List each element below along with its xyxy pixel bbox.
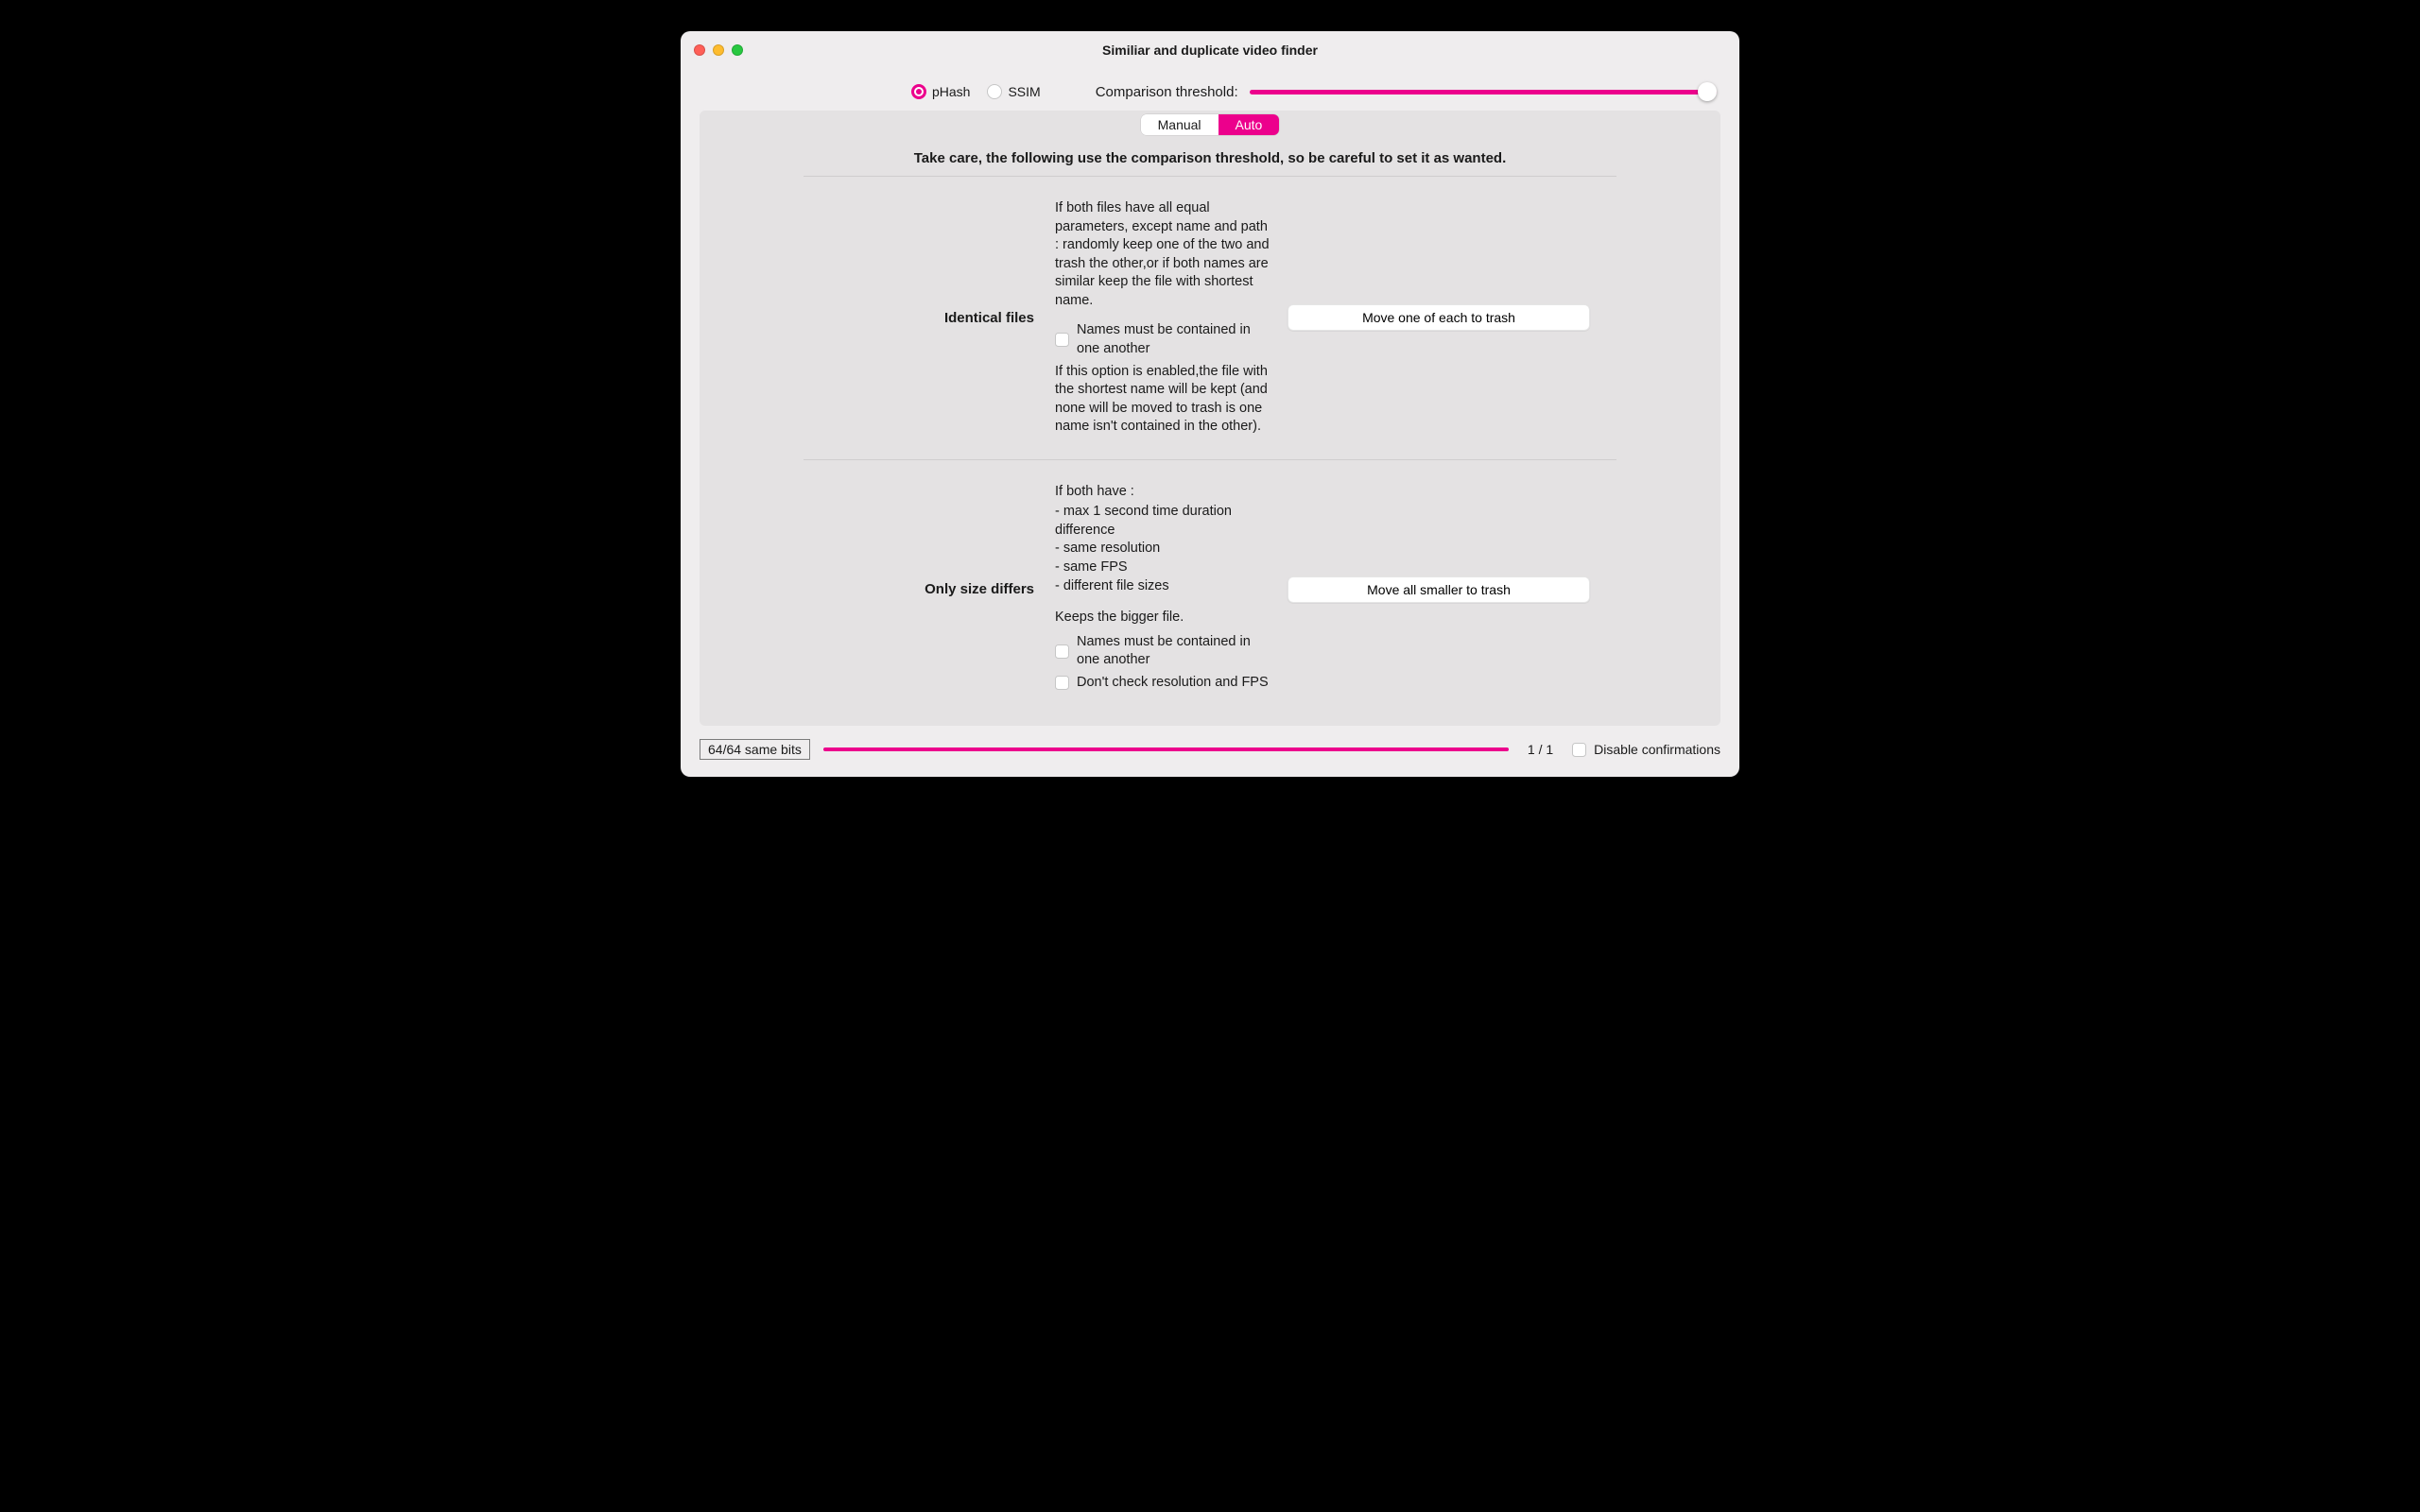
checkbox-names-contained[interactable]: Names must be contained in one another: [1055, 321, 1270, 358]
threshold-control: Comparison threshold:: [1096, 82, 1717, 101]
checkbox-label: Names must be contained in one another: [1077, 321, 1270, 358]
tab-auto[interactable]: Auto: [1219, 114, 1280, 135]
footer: 64/64 same bits 1 / 1 Disable confirmati…: [681, 726, 1739, 777]
section-label: Identical files: [830, 310, 1038, 326]
slider-thumb-icon[interactable]: [1698, 82, 1717, 101]
progress-slider[interactable]: [823, 740, 1509, 759]
checkbox-label: Names must be contained in one another: [1077, 633, 1270, 670]
size-keeps: Keeps the bigger file.: [1055, 609, 1270, 627]
tab-manual[interactable]: Manual: [1141, 114, 1219, 135]
checkbox-dont-check-res-fps[interactable]: Don't check resolution and FPS: [1055, 674, 1270, 693]
checkbox-icon: [1055, 676, 1069, 690]
section-only-size-differs: Only size differs If both have : - max 1…: [804, 459, 1616, 719]
radio-phash-label: pHash: [932, 84, 970, 99]
checkbox-icon: [1572, 743, 1586, 757]
toolbar: pHash SSIM Comparison threshold:: [681, 69, 1739, 101]
same-bits-readout: 64/64 same bits: [700, 739, 810, 760]
page-counter: 1 / 1: [1522, 742, 1559, 757]
titlebar: Similiar and duplicate video finder: [681, 31, 1739, 69]
hash-method-group: pHash SSIM: [911, 84, 1041, 99]
radio-phash[interactable]: pHash: [911, 84, 970, 99]
slider-track: [1250, 90, 1717, 94]
size-bullet: - different file sizes: [1055, 577, 1270, 596]
checkbox-label: Don't check resolution and FPS: [1077, 674, 1269, 693]
checkbox-label: Disable confirmations: [1594, 742, 1720, 757]
close-icon[interactable]: [694, 44, 705, 56]
section-identical-files: Identical files If both files have all e…: [804, 176, 1616, 459]
window-controls: [694, 44, 743, 56]
checkbox-disable-confirmations[interactable]: Disable confirmations: [1572, 742, 1720, 757]
threshold-label: Comparison threshold:: [1096, 84, 1238, 100]
radio-ssim-label: SSIM: [1008, 84, 1040, 99]
checkbox-names-contained-size[interactable]: Names must be contained in one another: [1055, 633, 1270, 670]
size-intro: If both have :: [1055, 483, 1270, 502]
move-smaller-to-trash-button[interactable]: Move all smaller to trash: [1288, 576, 1590, 603]
size-bullet: - same FPS: [1055, 558, 1270, 577]
zoom-icon[interactable]: [732, 44, 743, 56]
threshold-warning: Take care, the following use the compari…: [700, 135, 1720, 176]
main-panel: Manual Auto Take care, the following use…: [700, 111, 1720, 726]
section-description: If both have : - max 1 second time durat…: [1055, 483, 1270, 696]
identical-desc-1: If both files have all equal parameters,…: [1055, 199, 1270, 310]
size-bullet: - max 1 second time duration difference: [1055, 503, 1270, 540]
identical-desc-2: If this option is enabled,the file with …: [1055, 363, 1270, 437]
threshold-slider[interactable]: [1250, 82, 1717, 101]
section-label: Only size differs: [830, 581, 1038, 597]
checkbox-icon: [1055, 333, 1069, 347]
slider-track: [823, 747, 1509, 751]
move-one-to-trash-button[interactable]: Move one of each to trash: [1288, 304, 1590, 331]
radio-dot-icon: [911, 84, 926, 99]
mode-tabs: Manual Auto: [700, 111, 1720, 135]
radio-dot-icon: [987, 84, 1002, 99]
window-title: Similiar and duplicate video finder: [1102, 43, 1318, 58]
minimize-icon[interactable]: [713, 44, 724, 56]
radio-ssim[interactable]: SSIM: [987, 84, 1040, 99]
section-description: If both files have all equal parameters,…: [1055, 199, 1270, 437]
app-window: Similiar and duplicate video finder pHas…: [681, 31, 1739, 777]
size-bullet: - same resolution: [1055, 540, 1270, 558]
checkbox-icon: [1055, 644, 1069, 659]
